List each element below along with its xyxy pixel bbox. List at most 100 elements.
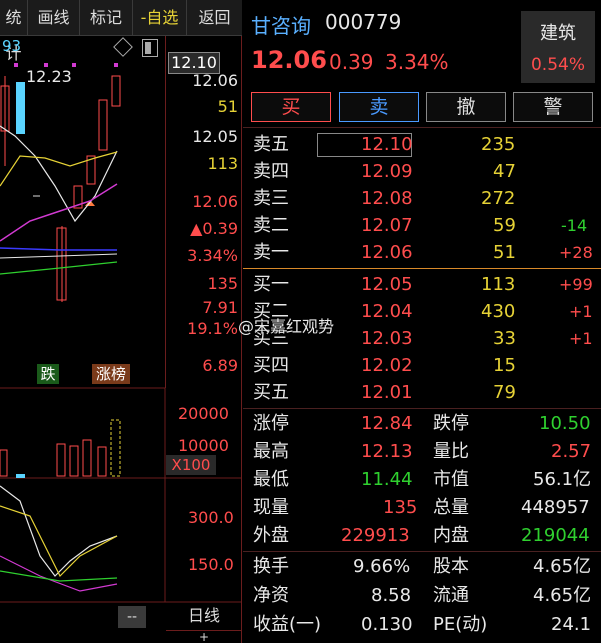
chart-toolbar: 统计 画线 标记 -自选 返回 xyxy=(0,0,242,63)
limit-list-badge[interactable]: 涨榜 xyxy=(92,364,130,384)
alert-button[interactable]: 警 xyxy=(513,92,593,122)
outer-volume-value: 229913 xyxy=(341,525,410,546)
pe-value: 24.1 xyxy=(551,614,592,635)
stat-label: 收益(一) xyxy=(253,614,322,635)
bid-volume: 33 xyxy=(493,328,516,349)
bid-delta: +1 xyxy=(569,329,593,348)
stats-row: 外盘 229913 内盘 219044 xyxy=(243,522,601,549)
ask-volume: 59 xyxy=(493,215,516,236)
stats-row: 收益(一) 0.130 PE(动) 24.1 xyxy=(243,611,601,638)
turnover-value: 9.66% xyxy=(353,556,411,577)
volume-ratio-value: 2.57 xyxy=(551,441,592,462)
stat-label: 换手 xyxy=(253,556,289,577)
ask-volume: 272 xyxy=(481,188,516,209)
zoom-plus-icon[interactable]: + xyxy=(166,630,242,643)
axis-label: 12.06 xyxy=(192,192,238,211)
ask-price: 12.10 xyxy=(361,134,413,155)
stat-label: 流通 xyxy=(433,585,469,606)
ask-price: 12.08 xyxy=(361,188,413,209)
ask-row[interactable]: 卖三 12.08 272 xyxy=(243,185,601,212)
current-price: 12.06 xyxy=(251,46,327,74)
ask-row[interactable]: 卖五 12.10 235 xyxy=(243,131,601,158)
axis-label: 12.05 xyxy=(192,127,238,146)
toolbar-watchlist[interactable]: -自选 xyxy=(133,0,187,36)
ask-label: 卖二 xyxy=(253,215,289,236)
panel-toggle-icon[interactable] xyxy=(142,39,158,57)
toolbar-stats[interactable]: 统计 xyxy=(0,0,28,63)
stock-name: 甘咨询 xyxy=(251,14,311,38)
sector-name: 建筑 xyxy=(540,23,576,44)
stats-row: 净资 8.58 流通 4.65亿 xyxy=(243,582,601,609)
stats-row: 最高 12.13 量比 2.57 xyxy=(243,438,601,465)
stat-label: 总量 xyxy=(433,497,469,518)
axis-label: 113 xyxy=(207,154,238,173)
ask-price: 12.07 xyxy=(361,215,413,236)
total-volume-value: 448957 xyxy=(521,497,590,518)
stat-label: 量比 xyxy=(433,441,469,462)
ask-row[interactable]: 卖二 12.07 59 -14 xyxy=(243,212,601,239)
bid-row[interactable]: 买五 12.01 79 xyxy=(243,379,601,406)
ask-volume: 51 xyxy=(493,242,516,263)
ask-price: 12.06 xyxy=(361,242,413,263)
stats-row: 现量 135 总量 448957 xyxy=(243,494,601,521)
stat-label: PE(动) xyxy=(433,614,488,635)
stat-label: 现量 xyxy=(253,497,289,518)
toolbar-back[interactable]: 返回 xyxy=(187,0,242,36)
price-change-pct: 3.34% xyxy=(385,50,449,74)
bid-volume: 15 xyxy=(493,355,516,376)
volume-axis-label: 20000 xyxy=(178,404,229,423)
high-price-marker: 12.23 xyxy=(26,67,72,86)
axis-label: 19.1% xyxy=(187,319,238,338)
ask-label: 卖三 xyxy=(253,188,289,209)
stats-row: 换手 9.66% 股本 4.65亿 xyxy=(243,553,601,580)
toolbar-draw-line[interactable]: 画线 xyxy=(28,0,80,36)
bid-price: 12.02 xyxy=(361,355,413,376)
sell-button[interactable]: 卖 xyxy=(339,92,419,122)
bid-volume: 113 xyxy=(481,274,516,295)
toolbar-mark[interactable]: 标记 xyxy=(80,0,133,36)
stat-label: 内盘 xyxy=(433,525,469,546)
bid-label: 买一 xyxy=(253,274,289,295)
bid-volume: 430 xyxy=(481,301,516,322)
sector-card[interactable]: 建筑 0.54% xyxy=(521,11,595,83)
bid-row[interactable]: 买一 12.05 113 +99 xyxy=(243,271,601,298)
stat-label: 市值 xyxy=(433,469,469,490)
ask-price: 12.09 xyxy=(361,161,413,182)
low-value: 11.44 xyxy=(361,469,413,490)
stat-label: 净资 xyxy=(253,585,289,606)
ask-volume: 235 xyxy=(481,134,516,155)
price-change: 0.39 xyxy=(329,50,374,74)
market-cap-value: 56.1亿 xyxy=(533,469,592,490)
axis-label: 7.91 xyxy=(202,298,238,317)
axis-label: 3.34% xyxy=(187,246,238,265)
dash-box[interactable]: -- xyxy=(118,606,146,628)
stat-label: 最低 xyxy=(253,469,289,490)
period-daily[interactable]: 日线 xyxy=(166,602,242,630)
nav-value: 8.58 xyxy=(371,585,412,606)
stats-row: 最低 11.44 市值 56.1亿 xyxy=(243,466,601,493)
limit-down-value: 10.50 xyxy=(539,413,591,434)
ask-label: 卖四 xyxy=(253,161,289,182)
chart-value-label: 93 xyxy=(2,37,22,55)
stat-label: 股本 xyxy=(433,556,469,577)
stat-label: 涨停 xyxy=(253,413,289,434)
current-volume-value: 135 xyxy=(383,497,418,518)
fall-badge[interactable]: 跌 xyxy=(37,364,59,384)
ask-row[interactable]: 卖四 12.09 47 xyxy=(243,158,601,185)
bid-row[interactable]: 买四 12.02 15 xyxy=(243,352,601,379)
axis-label: 12.06 xyxy=(192,71,238,90)
price-axis: 12.10 12.06 51 12.05 113 12.06 ▲0.39 3.3… xyxy=(165,36,242,388)
cancel-order-button[interactable]: 撤 xyxy=(426,92,506,122)
stat-label: 外盘 xyxy=(253,525,289,546)
watermark: @宋嘉红观势 xyxy=(238,317,335,336)
axis-label: ▲0.39 xyxy=(190,219,238,238)
buy-button[interactable]: 买 xyxy=(251,92,331,122)
volume-axis-label: 10000 xyxy=(178,436,229,455)
bid-price: 12.01 xyxy=(361,382,413,403)
ask-volume: 47 xyxy=(493,161,516,182)
axis-label: 6.89 xyxy=(202,356,238,375)
axis-label: 135 xyxy=(207,274,238,293)
eps-value: 0.130 xyxy=(361,614,413,635)
ask-delta: -14 xyxy=(561,216,588,235)
ask-row[interactable]: 卖一 12.06 51 +28 xyxy=(243,239,601,266)
